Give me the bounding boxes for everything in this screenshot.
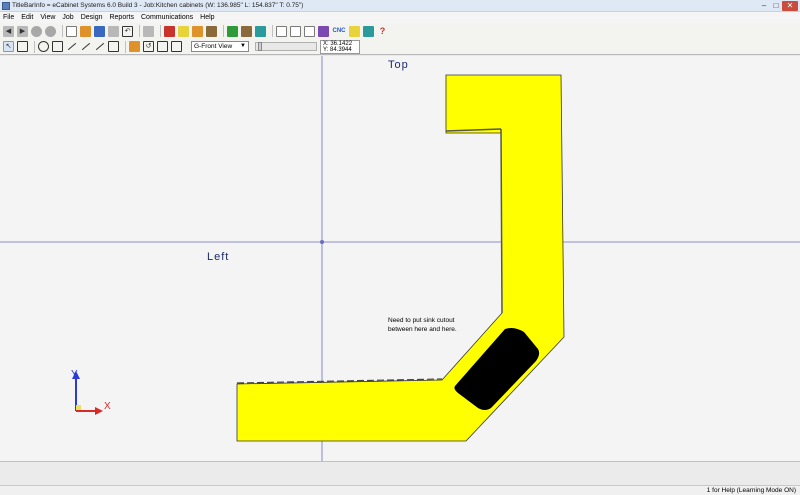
menu-reports[interactable]: Reports — [109, 12, 134, 23]
properties-icon[interactable] — [143, 25, 154, 37]
pencil-icon[interactable] — [129, 41, 140, 52]
x-axis-arrowhead — [95, 407, 103, 415]
close-button[interactable]: ✕ — [782, 1, 798, 11]
report-icon[interactable] — [276, 25, 287, 37]
save-icon[interactable] — [94, 25, 105, 37]
status-bar: 1 for Help (Learning Mode ON) — [0, 485, 800, 494]
zoom-slider[interactable] — [255, 42, 317, 51]
toolbar-separator — [160, 25, 161, 37]
print-icon[interactable] — [108, 25, 119, 37]
toolbar-separator — [223, 25, 224, 37]
coordinate-readout: X: 36.1422 Y: 84.3944 — [320, 39, 360, 54]
coord-y: Y: 84.3944 — [323, 47, 352, 53]
cutlist-icon[interactable] — [290, 25, 301, 37]
main-toolbar: ◀ ▶ ↶ CNC ? — [0, 23, 800, 39]
arc-tool-icon[interactable] — [94, 41, 105, 52]
slider-thumb[interactable] — [258, 42, 262, 51]
minimize-button[interactable]: – — [758, 1, 770, 11]
rotate-icon[interactable]: ↺ — [143, 41, 154, 52]
toolbar-separator — [139, 25, 140, 37]
maximize-button[interactable]: □ — [770, 1, 782, 11]
grid-icon[interactable] — [157, 41, 168, 52]
toolbar-separator — [62, 25, 63, 37]
window-controls: – □ ✕ — [758, 1, 798, 11]
select-pointer-icon[interactable]: ↖ — [3, 41, 14, 52]
estimate-icon[interactable] — [304, 25, 315, 37]
help-icon[interactable]: ? — [377, 26, 388, 37]
crosshair-center — [320, 240, 324, 244]
menu-job[interactable]: Job — [62, 12, 73, 23]
edge-icon[interactable] — [192, 25, 203, 37]
view-label-top: Top — [388, 59, 409, 71]
menu-view[interactable]: View — [40, 12, 55, 23]
toolbar-separator — [272, 25, 273, 37]
view-eye-icon[interactable] — [17, 41, 28, 52]
forward-arrow-icon[interactable]: ▶ — [17, 25, 28, 37]
circle-tool-icon[interactable] — [38, 41, 49, 52]
x-axis-label: X — [104, 401, 111, 412]
menu-bar: File Edit View Job Design Reports Commun… — [0, 12, 800, 23]
view-select[interactable]: G-Front View ▼ — [191, 41, 249, 52]
toolbar-separator — [125, 40, 126, 53]
view-label-left: Left — [207, 251, 230, 263]
y-axis-label: Y — [71, 369, 78, 380]
menu-edit[interactable]: Edit — [21, 12, 33, 23]
note-line-1: Need to put sink cutout — [388, 317, 455, 324]
drawing-svg — [0, 56, 800, 461]
open-folder-icon[interactable] — [80, 25, 91, 37]
line-tool-icon[interactable] — [66, 41, 77, 52]
menu-help[interactable]: Help — [200, 12, 214, 23]
layout-icon[interactable] — [227, 25, 238, 37]
drawing-canvas[interactable]: Top Left Need to put sink cutout between… — [0, 56, 800, 461]
menu-communications[interactable]: Communications — [141, 12, 193, 23]
monitor-icon[interactable] — [363, 25, 374, 37]
labels-icon[interactable] — [349, 25, 360, 37]
app-icon — [2, 2, 10, 10]
countertop-shape[interactable] — [236, 74, 565, 442]
render-icon[interactable] — [255, 25, 266, 37]
app-window: TitleBarInfo = eCabinet Systems 6.0 Buil… — [0, 0, 800, 494]
snap-icon[interactable] — [171, 41, 182, 52]
window-title: TitleBarInfo = eCabinet Systems 6.0 Buil… — [12, 2, 304, 9]
refresh-icon[interactable] — [45, 25, 56, 37]
drawing-toolbar: ↖ ↺ G-Front View ▼ X: 36.1422 Y: 84.3944 — [0, 39, 800, 55]
material-icon[interactable] — [164, 25, 175, 37]
annotation-note: Need to put sink cutout between here and… — [388, 316, 457, 334]
hardware-icon[interactable] — [178, 25, 189, 37]
cnc-button[interactable]: CNC — [332, 26, 346, 37]
command-area — [0, 461, 800, 485]
title-bar[interactable]: TitleBarInfo = eCabinet Systems 6.0 Buil… — [0, 0, 800, 12]
menu-design[interactable]: Design — [81, 12, 103, 23]
toolbar-separator — [34, 40, 35, 53]
back-arrow-icon[interactable]: ◀ — [3, 25, 14, 37]
rectangle-tool-icon[interactable] — [52, 41, 63, 52]
countertop-edge — [500, 128, 503, 314]
chevron-down-icon: ▼ — [240, 43, 246, 49]
menu-file[interactable]: File — [3, 12, 14, 23]
optimize-icon[interactable] — [318, 25, 329, 37]
polyline-tool-icon[interactable] — [80, 41, 91, 52]
dimension-tool-icon[interactable] — [108, 41, 119, 52]
new-file-icon[interactable] — [66, 25, 77, 37]
view-select-value: G-Front View — [194, 43, 233, 50]
undo-icon[interactable]: ↶ — [122, 25, 133, 37]
axis-origin — [76, 405, 81, 410]
elevation-icon[interactable] — [241, 25, 252, 37]
cabinet-icon[interactable] — [206, 25, 217, 37]
stop-icon[interactable] — [31, 25, 42, 37]
note-line-2: between here and here. — [388, 326, 457, 333]
